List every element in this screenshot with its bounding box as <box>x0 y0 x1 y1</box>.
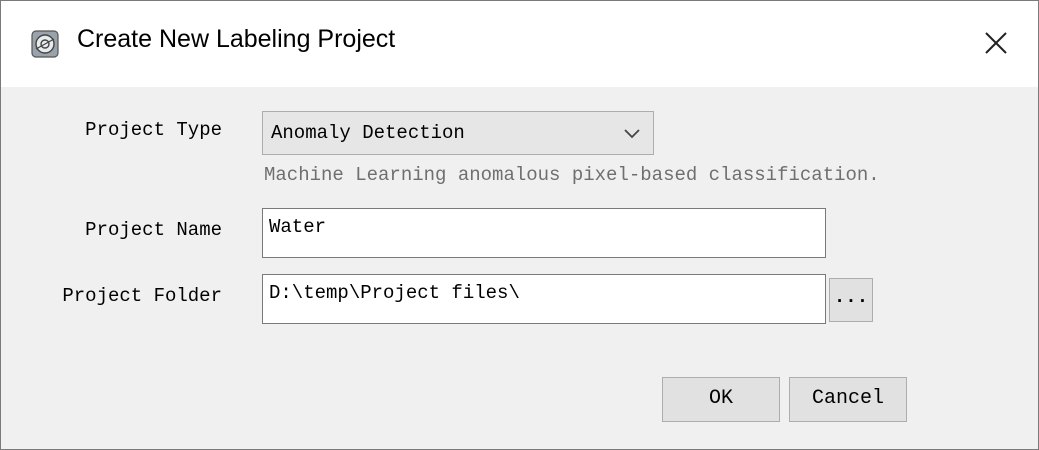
close-button[interactable] <box>976 21 1016 65</box>
project-folder-label: Project Folder <box>62 285 222 307</box>
project-type-label: Project Type <box>85 119 222 141</box>
browse-folder-button[interactable]: ... <box>829 278 873 322</box>
dialog-title: Create New Labeling Project <box>77 25 396 53</box>
create-project-dialog: Create New Labeling Project Project Type… <box>0 0 1039 450</box>
project-name-input[interactable] <box>262 208 826 258</box>
ok-button[interactable]: OK <box>662 377 780 422</box>
chevron-down-icon <box>621 122 643 144</box>
project-type-value: Anomaly Detection <box>271 122 465 144</box>
project-type-description: Machine Learning anomalous pixel-based c… <box>264 164 880 186</box>
project-folder-input[interactable] <box>262 274 826 324</box>
close-icon <box>985 32 1007 54</box>
app-icon <box>31 30 59 58</box>
title-bar: Create New Labeling Project <box>1 1 1038 87</box>
project-type-select[interactable]: Anomaly Detection <box>262 111 654 155</box>
project-name-label: Project Name <box>85 219 222 241</box>
cancel-button[interactable]: Cancel <box>789 377 907 422</box>
